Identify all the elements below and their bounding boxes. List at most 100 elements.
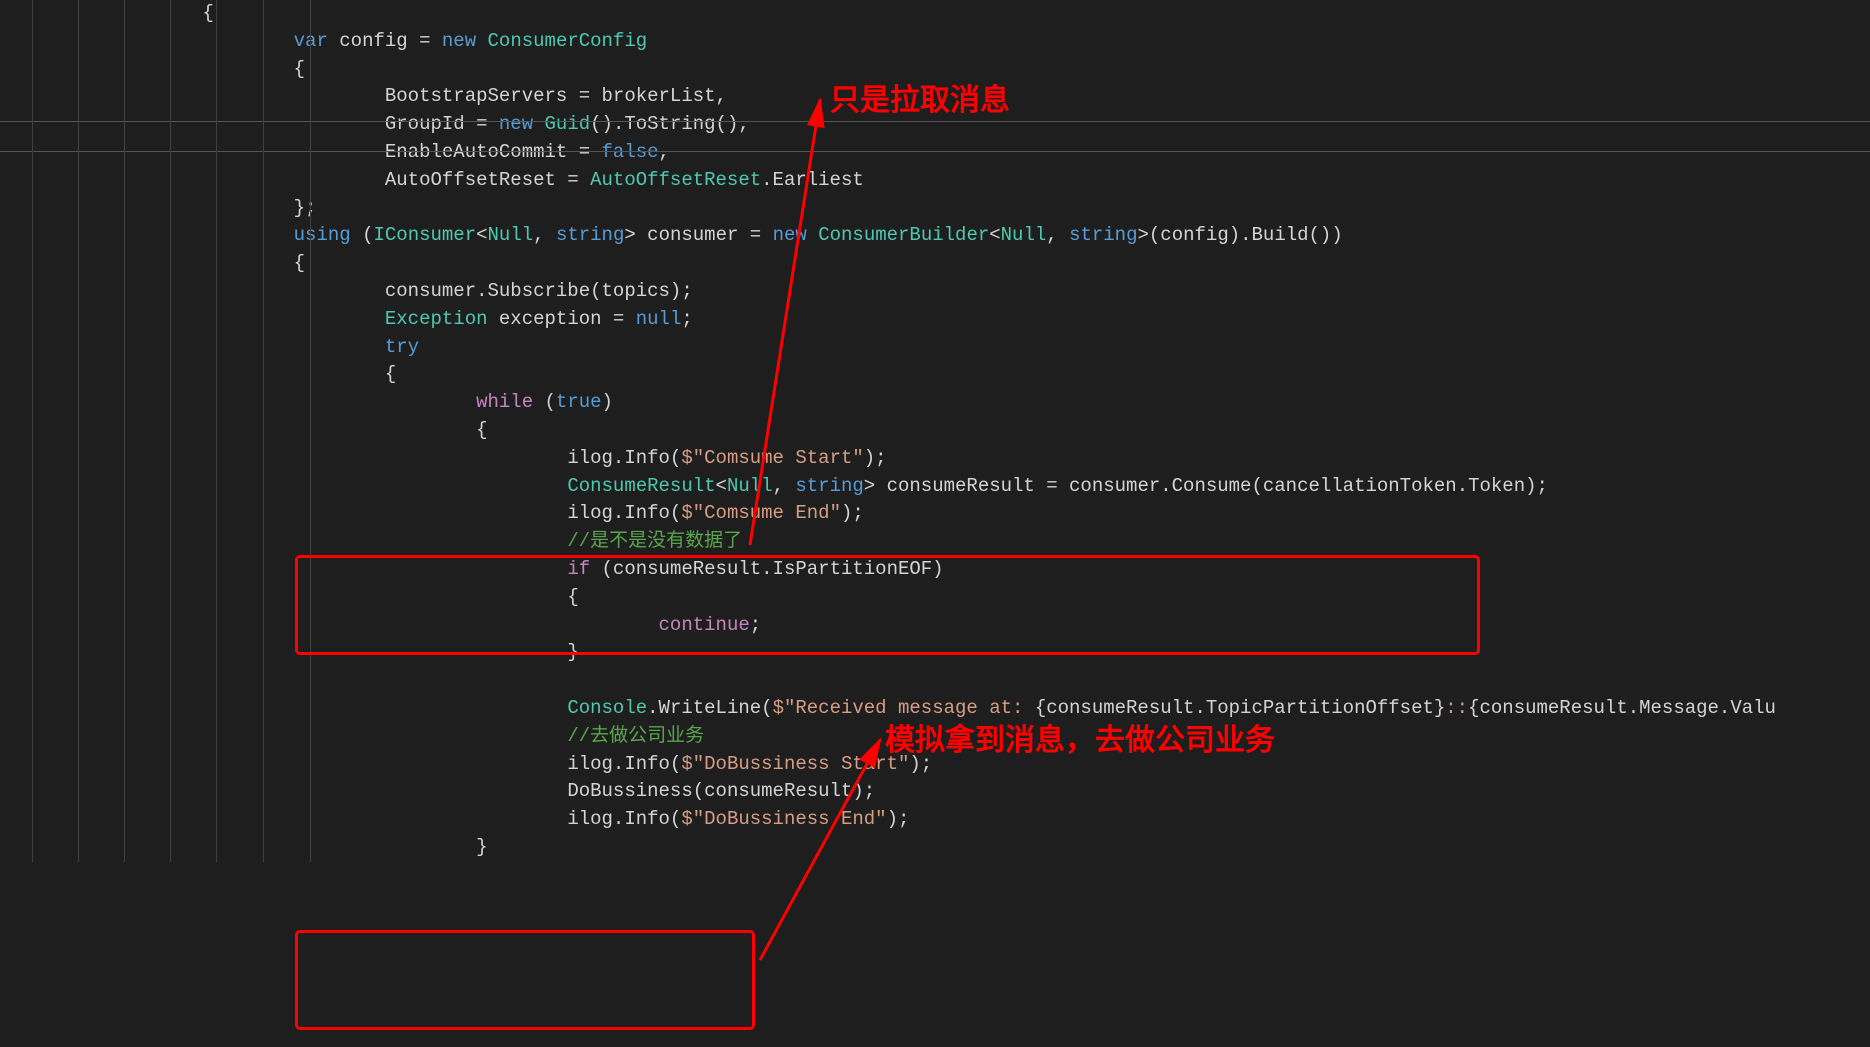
code-line[interactable]: var config = new ConsumerConfig [0,28,1870,56]
code-token: $"Comsume End" [681,502,841,524]
indent-guide [32,0,33,862]
code-token: {consumeResult.TopicPartitionOffset} [1035,697,1445,719]
code-token: Console [567,697,647,719]
code-token: $"DoBussiness End" [681,808,886,830]
code-line[interactable]: }; [0,195,1870,223]
code-token: Null [1001,224,1047,246]
code-token: if [567,558,590,580]
code-token: }; [294,197,317,219]
code-token: IConsumer [373,224,476,246]
code-token: < [716,475,727,497]
code-line[interactable]: ilog.Info($"DoBussiness Start"); [0,751,1870,779]
code-line[interactable]: if (consumeResult.IsPartitionEOF) [0,556,1870,584]
code-line[interactable]: { [0,417,1870,445]
indent-guide [124,0,125,862]
code-token: { [476,419,487,441]
code-line[interactable]: //去做公司业务 [0,723,1870,751]
code-line[interactable]: using (IConsumer<Null, string> consumer … [0,222,1870,250]
code-token: $"Comsume Start" [681,447,863,469]
indent-guide [310,0,311,862]
code-token: AutoOffsetReset = [385,169,590,191]
code-token: ConsumeResult [567,475,715,497]
code-line[interactable]: { [0,0,1870,28]
code-line[interactable]: //是不是没有数据了 [0,528,1870,556]
code-token: ) [602,391,613,413]
code-token: $"Received message at: [773,697,1035,719]
code-line[interactable]: AutoOffsetReset = AutoOffsetReset.Earlie… [0,167,1870,195]
code-token: Null [488,224,534,246]
code-token: string [1069,224,1137,246]
code-token: continue [659,614,750,636]
code-token: string [795,475,863,497]
code-token: $"DoBussiness Start" [681,753,909,775]
code-token: exception = [488,308,636,330]
code-token: ilog.Info( [567,753,681,775]
code-token [533,113,544,135]
code-line[interactable]: while (true) [0,389,1870,417]
code-line[interactable]: ilog.Info($"Comsume End"); [0,500,1870,528]
code-token: GroupId = [385,113,499,135]
code-line[interactable]: { [0,56,1870,84]
code-token: //是不是没有数据了 [567,530,742,552]
code-token: { [294,58,305,80]
indent-guide [216,0,217,862]
code-line[interactable]: ConsumeResult<Null, string> consumeResul… [0,473,1870,501]
cursor-line-indicator [0,151,1870,152]
code-token: :: [1445,697,1468,719]
code-line[interactable]: } [0,639,1870,667]
code-token: , [533,224,556,246]
code-token: new [499,113,533,135]
code-line[interactable]: { [0,250,1870,278]
code-token: string [556,224,624,246]
code-token: ilog.Info( [567,447,681,469]
code-token: >(config).Build()) [1138,224,1343,246]
code-line[interactable]: ilog.Info($"Comsume Start"); [0,445,1870,473]
code-token: Exception [385,308,488,330]
code-line[interactable]: consumer.Subscribe(topics); [0,278,1870,306]
cursor-line-indicator [0,121,1870,122]
code-line[interactable]: DoBussiness(consumeResult); [0,778,1870,806]
code-token: ; [750,614,761,636]
code-line[interactable]: ilog.Info($"DoBussiness End"); [0,806,1870,834]
code-token: ); [864,447,887,469]
code-line[interactable]: } [0,834,1870,862]
code-line[interactable]: BootstrapServers = brokerList, [0,83,1870,111]
indent-guide [263,0,264,862]
code-token: config = [328,30,442,52]
code-line[interactable]: Exception exception = null; [0,306,1870,334]
code-line[interactable]: try [0,334,1870,362]
code-token: } [476,836,487,858]
code-line[interactable]: { [0,361,1870,389]
code-token [807,224,818,246]
code-token: //去做公司业务 [567,725,704,747]
code-line[interactable]: GroupId = new Guid().ToString(), [0,111,1870,139]
code-editor[interactable]: { var config = new ConsumerConfig { Boot… [0,0,1870,862]
code-line[interactable]: { [0,584,1870,612]
code-token: < [989,224,1000,246]
highlight-box-business [295,930,755,1030]
code-token: consumer.Subscribe(topics); [385,280,693,302]
code-token: > consumer = [624,224,772,246]
code-line[interactable] [0,667,1870,695]
code-line[interactable]: EnableAutoCommit = false, [0,139,1870,167]
code-token: ilog.Info( [567,808,681,830]
indent-guide [170,0,171,862]
code-token: > consumeResult = consumer.Consume(cance… [864,475,1548,497]
code-token: using [294,224,351,246]
code-token: BootstrapServers = brokerList, [385,85,727,107]
code-token: ilog.Info( [567,502,681,524]
code-line[interactable]: continue; [0,612,1870,640]
code-token: new [773,224,807,246]
code-token: } [567,641,578,663]
code-token: ().ToString(), [590,113,750,135]
code-token: .Earliest [761,169,864,191]
code-token: while [476,391,533,413]
code-token: (consumeResult.IsPartitionEOF) [590,558,943,580]
code-token: ConsumerConfig [488,30,648,52]
code-token: { [567,586,578,608]
code-token: { [202,2,213,24]
code-line[interactable]: Console.WriteLine($"Received message at:… [0,695,1870,723]
code-token: AutoOffsetReset [590,169,761,191]
code-token: ( [533,391,556,413]
code-token: < [476,224,487,246]
